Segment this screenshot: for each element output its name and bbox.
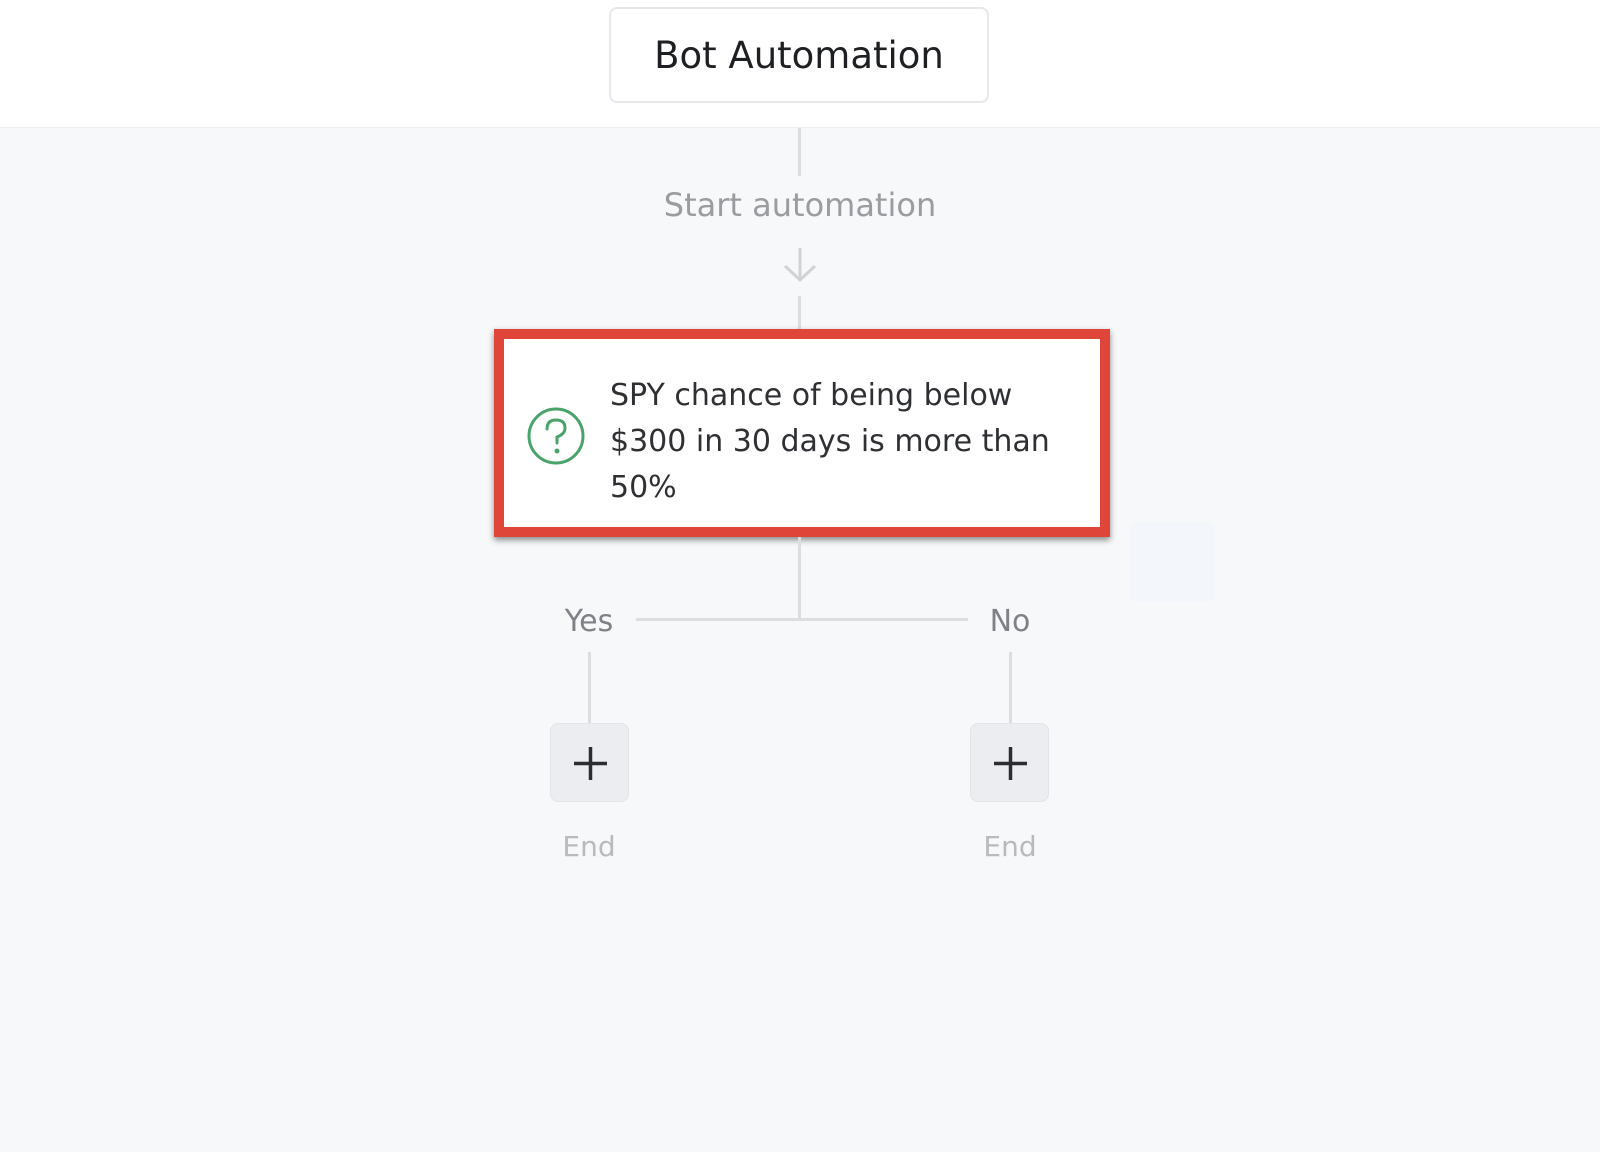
plus-icon	[574, 747, 607, 780]
end-yes-label: End	[562, 830, 616, 863]
add-step-yes-button[interactable]	[550, 723, 629, 802]
connector-branch-right	[800, 618, 968, 621]
arrow-down-icon	[783, 248, 817, 283]
condition-card[interactable]: SPY chance of being below $300 in 30 day…	[494, 329, 1110, 537]
connector-to-condition	[798, 296, 801, 330]
add-step-no-button[interactable]	[970, 723, 1049, 802]
connector-no-to-add	[1009, 652, 1012, 724]
connector-branch-stem	[798, 537, 801, 621]
condition-text: SPY chance of being below $300 in 30 day…	[610, 378, 1050, 505]
header-bar: Bot Automation	[0, 0, 1600, 128]
connector-yes-to-add	[588, 652, 591, 724]
connector-branch-left	[636, 618, 800, 621]
question-circle-icon	[527, 407, 585, 465]
plus-icon	[994, 747, 1027, 780]
ghost-drop-zone	[1130, 522, 1215, 602]
branch-yes-label: Yes	[564, 604, 614, 639]
connector-top	[798, 128, 801, 176]
automation-title[interactable]: Bot Automation	[609, 7, 989, 103]
end-no-label: End	[983, 830, 1037, 863]
start-automation-label: Start automation	[663, 186, 937, 224]
branch-no-label: No	[989, 604, 1031, 639]
